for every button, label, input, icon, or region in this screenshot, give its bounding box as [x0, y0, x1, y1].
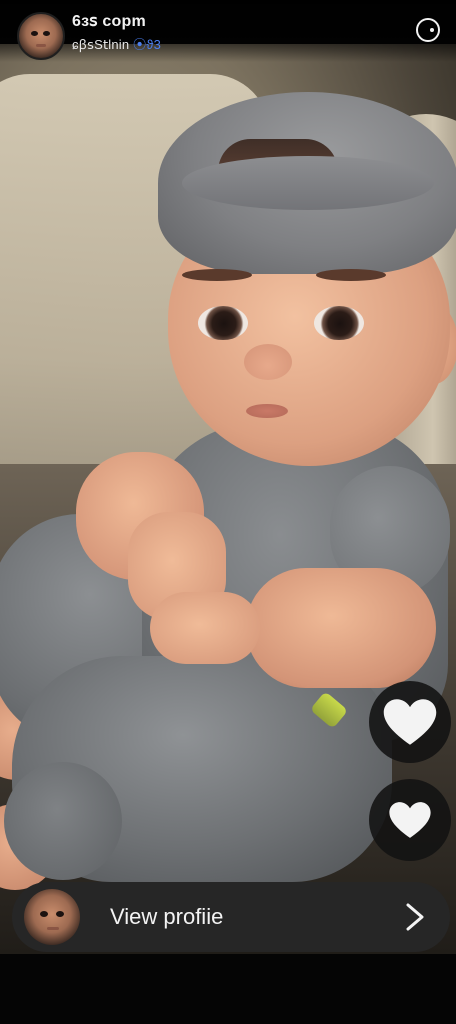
- avatar-icon[interactable]: [17, 12, 65, 60]
- emoji-smile-icon[interactable]: [416, 18, 440, 42]
- heart-icon: [389, 802, 431, 838]
- avatar-eye: [43, 31, 50, 36]
- like-button[interactable]: [369, 681, 451, 763]
- baby-hand: [150, 592, 260, 664]
- baby-eye: [198, 306, 248, 340]
- view-profile-bar[interactable]: View profiie: [12, 882, 450, 952]
- chevron-right-icon[interactable]: [402, 902, 428, 932]
- story-header: 6ɜ𝗌 copm ɕꞵ𝗌S𝗍lnin ⦿ϑ3: [0, 0, 456, 62]
- avatar-mouth: [36, 44, 46, 47]
- avatar-mouth: [47, 927, 59, 930]
- avatar-eye: [31, 31, 38, 36]
- avatar-eye: [40, 911, 48, 917]
- heart-icon: [383, 699, 437, 745]
- baby-nose: [244, 344, 292, 380]
- emoji-eye: [430, 28, 434, 32]
- avatar-icon[interactable]: [24, 889, 80, 945]
- pants-cuff: [4, 762, 122, 880]
- story-screen: 6ɜ𝗌 copm ɕꞵ𝗌S𝗍lnin ⦿ϑ3 View profiie: [0, 0, 456, 1024]
- baby-eyebrow: [182, 269, 252, 281]
- story-subtitle: ɕꞵ𝗌S𝗍lnin ⦿ϑ3: [72, 34, 161, 53]
- subtitle-text: ɕꞵ𝗌S𝗍lnin: [72, 37, 130, 52]
- baby-eye: [314, 306, 364, 340]
- baby-arm: [246, 568, 436, 688]
- cap-band: [182, 156, 434, 210]
- subtitle-accent: ⦿ϑ3: [133, 37, 162, 52]
- view-profile-label[interactable]: View profiie: [110, 904, 223, 930]
- like-button-secondary[interactable]: [369, 779, 451, 861]
- baby-mouth: [246, 404, 288, 418]
- avatar-eye: [56, 911, 64, 917]
- username-title[interactable]: 6ɜ𝗌 copm: [72, 11, 146, 31]
- baby-eyebrow: [316, 269, 386, 281]
